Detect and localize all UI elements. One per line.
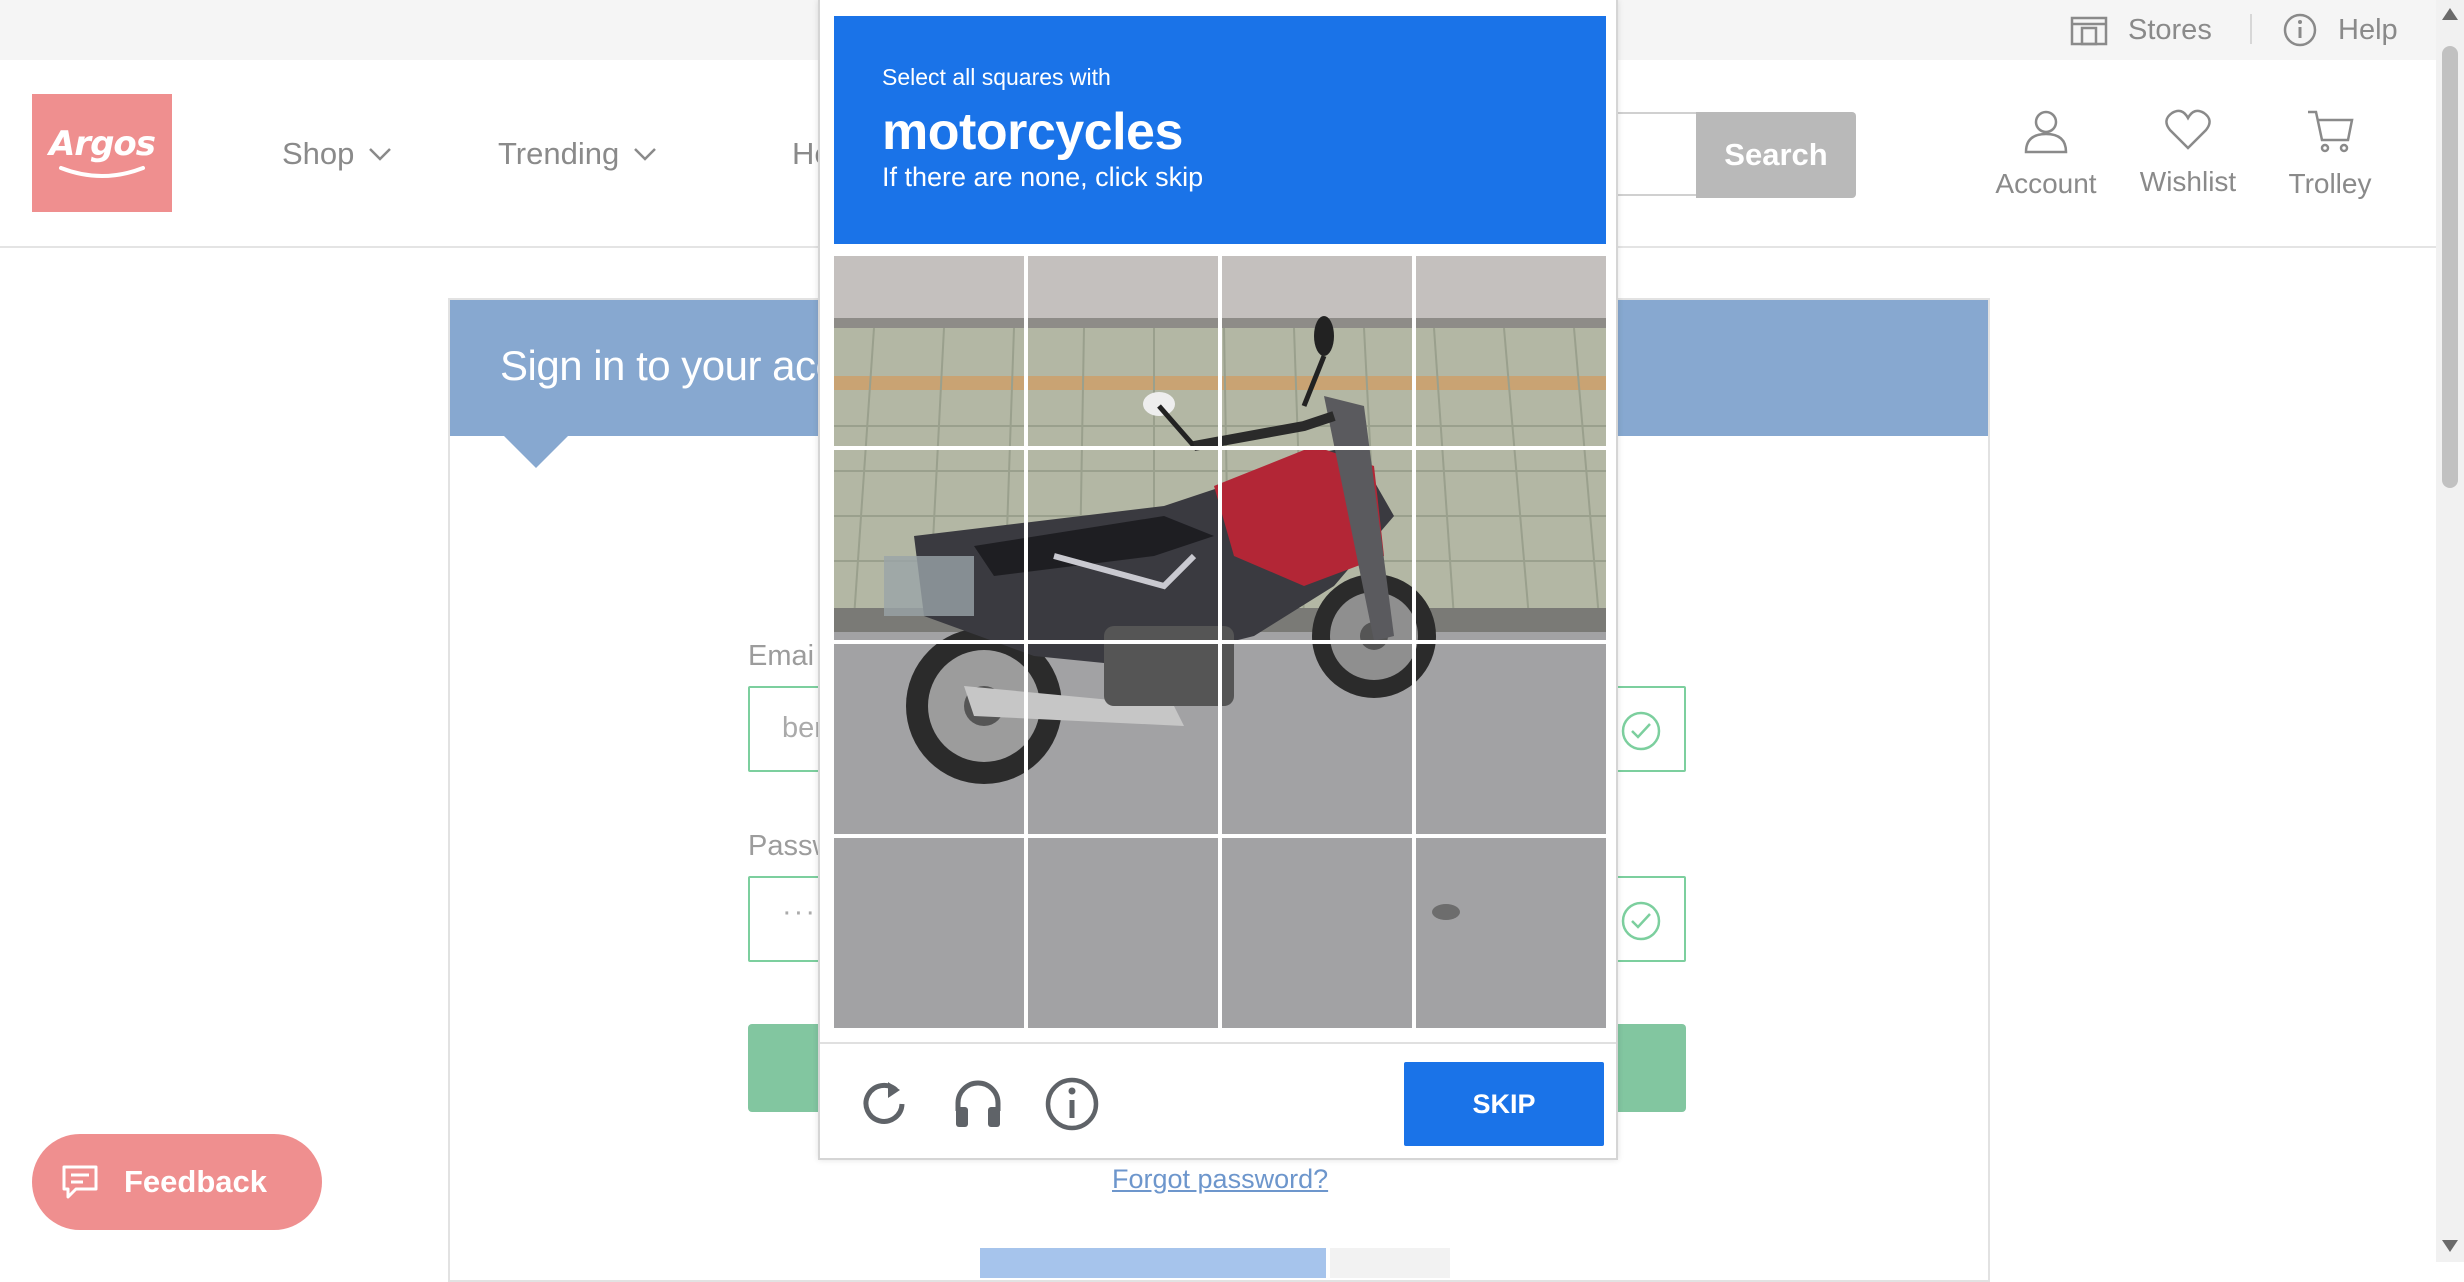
captcha-tile[interactable] xyxy=(1222,256,1412,446)
email-label: Emai xyxy=(748,640,815,672)
captcha-tile-image xyxy=(1416,838,1606,1028)
captcha-tile-image xyxy=(1416,256,1606,446)
captcha-tile[interactable] xyxy=(1222,838,1412,1028)
captcha-tile-image xyxy=(1416,644,1606,834)
captcha-tile[interactable] xyxy=(834,450,1024,640)
captcha-tile-image xyxy=(834,256,1024,446)
help-link[interactable]: Help xyxy=(2282,12,2398,48)
search-button[interactable]: Search xyxy=(1696,112,1856,198)
logo-swoosh-icon xyxy=(59,166,145,178)
info-icon xyxy=(2283,13,2317,47)
reload-icon xyxy=(863,1082,905,1124)
nav-trending-label: Trending xyxy=(498,136,620,171)
account-icon xyxy=(2024,110,2068,154)
captcha-header: Select all squares with motorcycles If t… xyxy=(834,16,1606,244)
heart-icon xyxy=(2165,109,2211,150)
stores-label: Stores xyxy=(2128,13,2212,46)
nav-shop[interactable]: Shop xyxy=(282,136,392,172)
captcha-tile[interactable] xyxy=(1222,644,1412,834)
wishlist-label: Wishlist xyxy=(2139,166,2237,197)
captcha-instruction: Select all squares with xyxy=(882,64,1111,90)
captcha-tile-image xyxy=(1028,256,1218,446)
argos-logo[interactable]: Argos xyxy=(32,94,172,212)
utility-divider xyxy=(2250,14,2252,44)
captcha-tile[interactable] xyxy=(834,838,1024,1028)
store-icon xyxy=(2070,16,2108,46)
trolley-icon xyxy=(2308,110,2354,153)
captcha-tile[interactable] xyxy=(1416,256,1606,446)
captcha-sub-instruction: If there are none, click skip xyxy=(882,162,1204,192)
trolley-label: Trolley xyxy=(2288,168,2372,199)
reload-button[interactable] xyxy=(854,1072,914,1136)
captcha-tile[interactable] xyxy=(1416,838,1606,1028)
skip-button[interactable]: SKIP xyxy=(1404,1062,1604,1146)
wishlist-link[interactable]: Wishlist xyxy=(2118,108,2258,198)
feedback-label: Feedback xyxy=(124,1164,268,1199)
captcha-tile-image xyxy=(1222,838,1412,1028)
captcha-tile[interactable] xyxy=(1028,644,1218,834)
captcha-tile-image xyxy=(1222,450,1412,640)
captcha-tile[interactable] xyxy=(1416,644,1606,834)
captcha-image-grid xyxy=(834,256,1606,1028)
check-icon xyxy=(1621,901,1661,941)
secondary-strip xyxy=(1330,1248,1450,1278)
captcha-tile[interactable] xyxy=(1028,450,1218,640)
captcha-tile[interactable] xyxy=(834,256,1024,446)
trolley-link[interactable]: Trolley xyxy=(2260,108,2400,200)
stores-link[interactable]: Stores xyxy=(2070,12,2212,48)
chat-bubble-icon xyxy=(62,1165,98,1199)
info-button[interactable] xyxy=(1042,1072,1102,1136)
captcha-tile-image xyxy=(1028,450,1218,640)
captcha-tile-image xyxy=(1222,256,1412,446)
headphones-icon xyxy=(955,1080,1001,1127)
feedback-button[interactable]: Feedback xyxy=(32,1134,322,1230)
audio-button[interactable] xyxy=(948,1072,1008,1136)
scroll-down-arrow[interactable] xyxy=(2442,1240,2458,1252)
captcha-tile-image xyxy=(834,838,1024,1028)
captcha-tile-image xyxy=(1222,644,1412,834)
chevron-down-icon xyxy=(369,148,392,161)
captcha-tile[interactable] xyxy=(1028,838,1218,1028)
scroll-thumb[interactable] xyxy=(2442,46,2458,488)
captcha-tile-image xyxy=(1028,838,1218,1028)
captcha-target: motorcycles xyxy=(882,103,1183,161)
captcha-tile-image xyxy=(834,644,1024,834)
check-icon xyxy=(1621,711,1661,751)
captcha-tile[interactable] xyxy=(834,644,1024,834)
logo-text: Argos xyxy=(48,124,156,164)
create-account-button[interactable] xyxy=(980,1248,1326,1278)
captcha-tile[interactable] xyxy=(1416,450,1606,640)
help-label: Help xyxy=(2338,13,2398,46)
captcha-tile[interactable] xyxy=(1222,450,1412,640)
nav-trending[interactable]: Trending xyxy=(498,136,657,172)
captcha-tile[interactable] xyxy=(1028,256,1218,446)
captcha-tile-image xyxy=(1416,450,1606,640)
info-icon xyxy=(1045,1077,1099,1131)
chevron-down-icon xyxy=(634,148,657,161)
scroll-up-arrow[interactable] xyxy=(2442,8,2458,20)
account-link[interactable]: Account xyxy=(1976,108,2116,200)
forgot-password-link[interactable]: Forgot password? xyxy=(1112,1164,1328,1195)
captcha-footer-divider xyxy=(820,1042,1616,1044)
signin-header-notch xyxy=(502,434,570,468)
nav-shop-label: Shop xyxy=(282,136,355,171)
captcha-challenge: Select all squares with motorcycles If t… xyxy=(818,0,1618,1160)
captcha-tile-image xyxy=(1028,644,1218,834)
captcha-tile-image xyxy=(834,450,1024,640)
account-label: Account xyxy=(1995,168,2097,199)
page-scrollbar[interactable] xyxy=(2436,0,2464,1262)
